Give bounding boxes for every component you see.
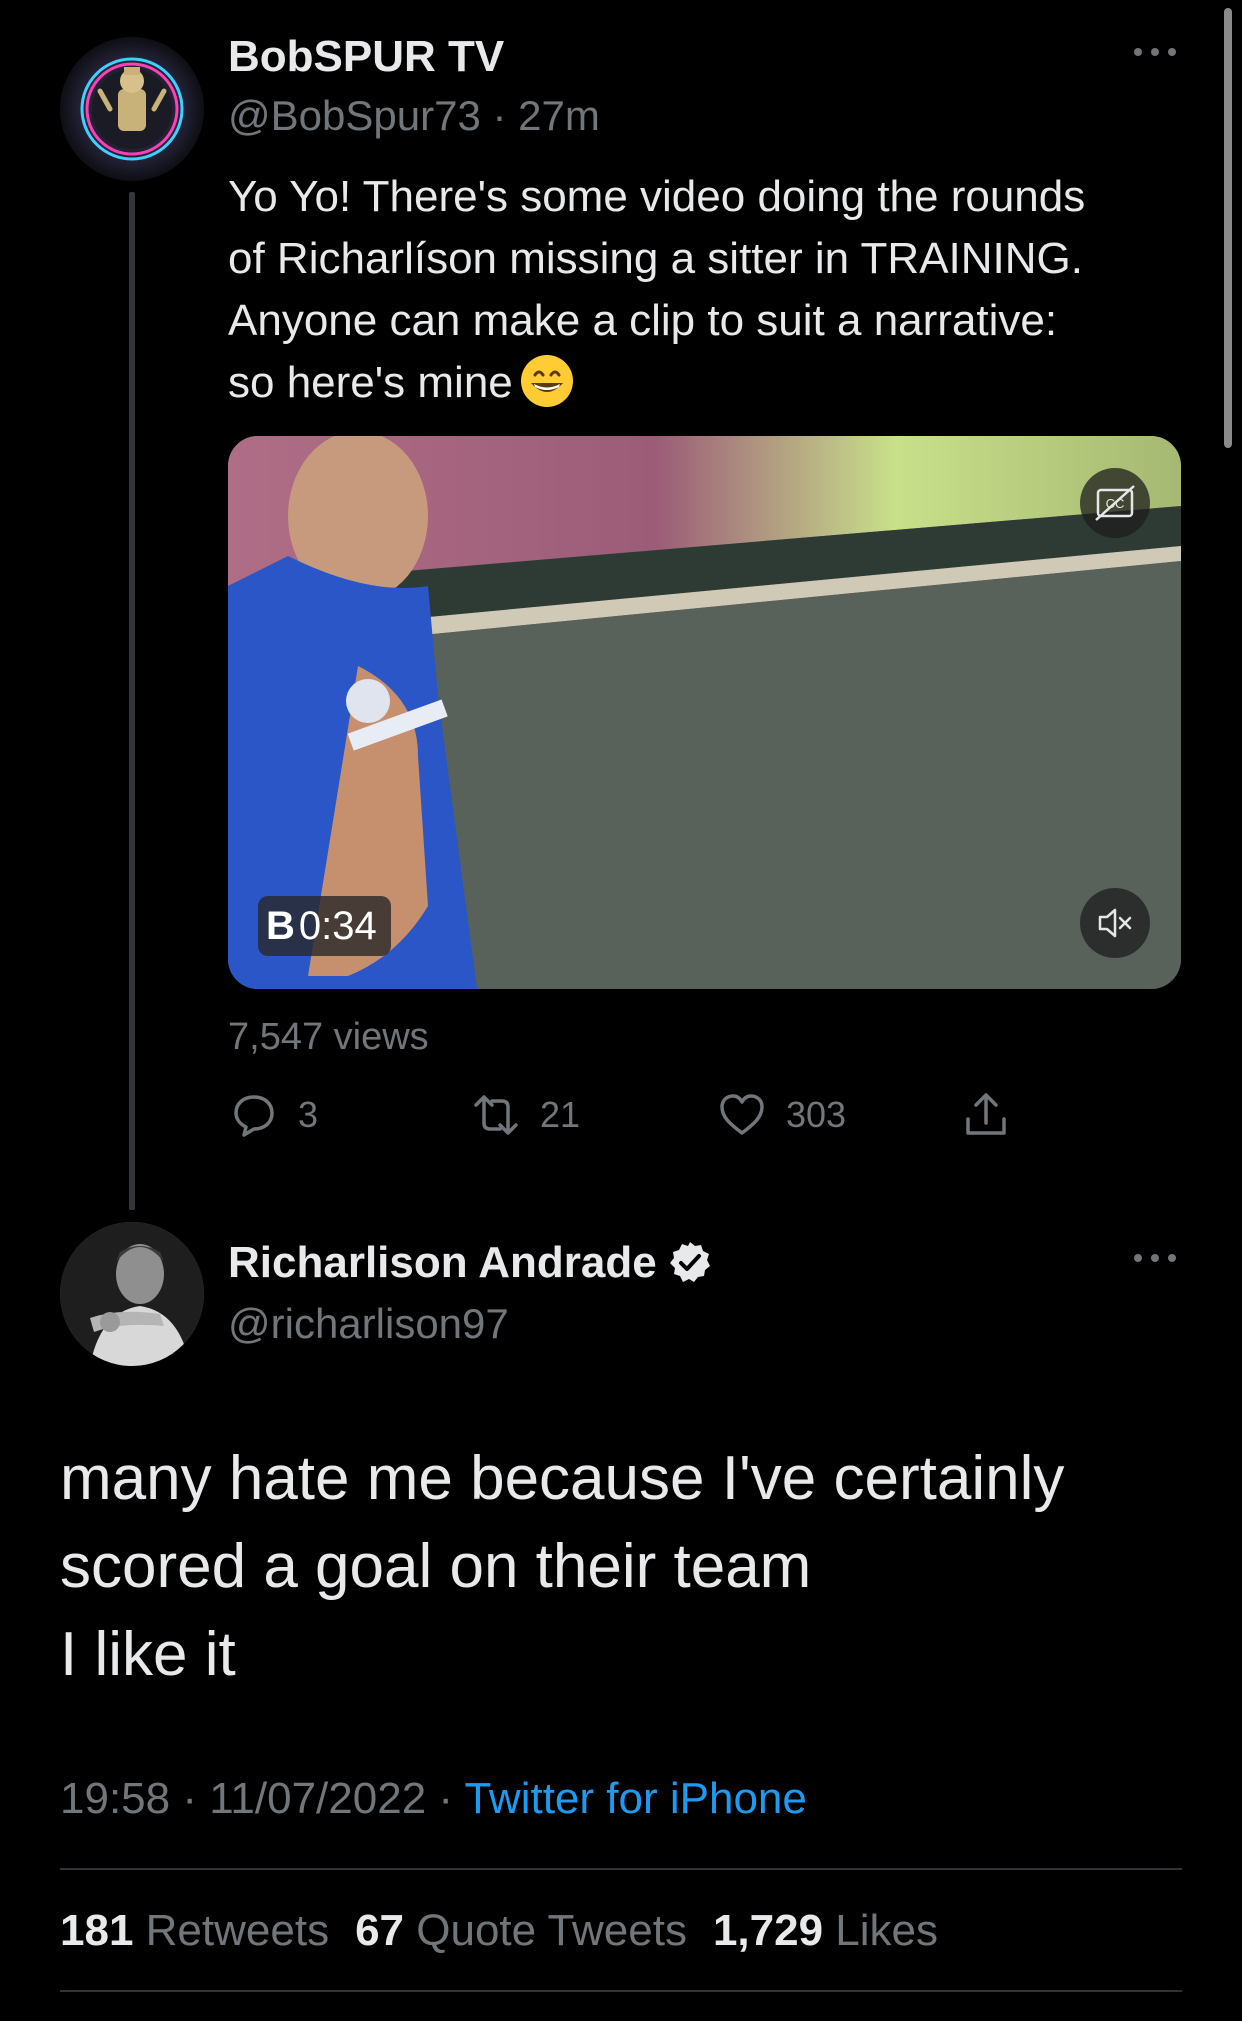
- engagement-stats: 181 Retweets 67 Quote Tweets 1,729 Likes: [60, 1906, 938, 1956]
- video-badge-prefix: B: [266, 904, 295, 948]
- quote-tweets-label: Quote Tweets: [416, 1906, 687, 1955]
- verified-badge-icon: [669, 1242, 710, 1282]
- tweet-date[interactable]: 11/07/2022: [209, 1774, 426, 1823]
- likes-label: Likes: [835, 1906, 939, 1955]
- meta-separator: ·: [492, 92, 507, 139]
- tweet-time[interactable]: 19:58: [60, 1774, 170, 1823]
- reply-icon: [234, 1095, 274, 1137]
- parent-handle-time: @BobSpur73 · 27m: [228, 92, 600, 140]
- grinning-face-emoji-icon: [520, 355, 573, 407]
- parent-tweet-body: Yo Yo! There's some video doing the roun…: [228, 172, 1086, 407]
- stats-top-divider: [60, 1868, 1182, 1870]
- retweets-label: Retweets: [145, 1906, 330, 1955]
- video-player[interactable]: B0:34 CC: [228, 436, 1181, 989]
- thread-connector: [129, 192, 135, 1210]
- video-duration: 0:34: [298, 904, 377, 948]
- parent-time-ago[interactable]: 27m: [518, 92, 600, 139]
- reply-button[interactable]: 3: [228, 1090, 318, 1140]
- retweet-button[interactable]: 21: [470, 1090, 580, 1140]
- retweet-count: 21: [540, 1094, 581, 1135]
- main-handle[interactable]: @richarlison97: [228, 1300, 509, 1348]
- quote-tweets-stat[interactable]: 67 Quote Tweets: [355, 1906, 687, 1955]
- likes-total: 1,729: [712, 1906, 824, 1955]
- parent-handle[interactable]: @BobSpur73: [228, 92, 481, 139]
- main-tweet-text: many hate me because I've certainly scor…: [60, 1444, 1065, 1689]
- quote-tweets-count: 67: [355, 1906, 405, 1955]
- captions-toggle-icon[interactable]: CC: [1080, 468, 1150, 538]
- richarlison-avatar[interactable]: [60, 1222, 204, 1366]
- main-more-options-icon[interactable]: [1132, 1246, 1178, 1270]
- video-view-count: 7,547 views: [228, 1016, 429, 1058]
- tweet-timestamp: 19:58 · 11/07/2022 · Twitter for iPhone: [60, 1774, 807, 1824]
- parent-more-options-icon[interactable]: [1132, 40, 1178, 64]
- like-button[interactable]: 303: [716, 1090, 846, 1140]
- share-icon: [966, 1093, 1006, 1135]
- parent-tweet-text: Yo Yo! There's some video doing the roun…: [228, 166, 1188, 414]
- scroll-indicator[interactable]: [1224, 8, 1232, 448]
- retweet-icon: [474, 1095, 518, 1135]
- main-display-name[interactable]: Richarlison Andrade: [228, 1238, 657, 1288]
- like-count: 303: [786, 1094, 847, 1135]
- unmute-icon[interactable]: [1080, 888, 1150, 958]
- retweets-stat[interactable]: 181 Retweets: [60, 1906, 329, 1955]
- timestamp-separator-1: ·: [170, 1774, 210, 1823]
- tweet-source-link[interactable]: Twitter for iPhone: [464, 1774, 806, 1823]
- bobspur-avatar[interactable]: [60, 37, 204, 181]
- retweets-count: 181: [60, 1906, 134, 1955]
- reply-count: 3: [298, 1094, 319, 1135]
- video-duration-badge: B 0:34: [258, 896, 391, 956]
- likes-stat[interactable]: 1,729 Likes: [713, 1906, 938, 1955]
- parent-display-name[interactable]: BobSPUR TV: [228, 32, 504, 82]
- share-button[interactable]: [960, 1090, 1030, 1140]
- heart-icon: [720, 1094, 764, 1135]
- timestamp-separator-2: ·: [426, 1774, 465, 1823]
- main-display-name-row[interactable]: Richarlison Andrade: [228, 1238, 713, 1288]
- stats-bottom-divider: [60, 1990, 1182, 1992]
